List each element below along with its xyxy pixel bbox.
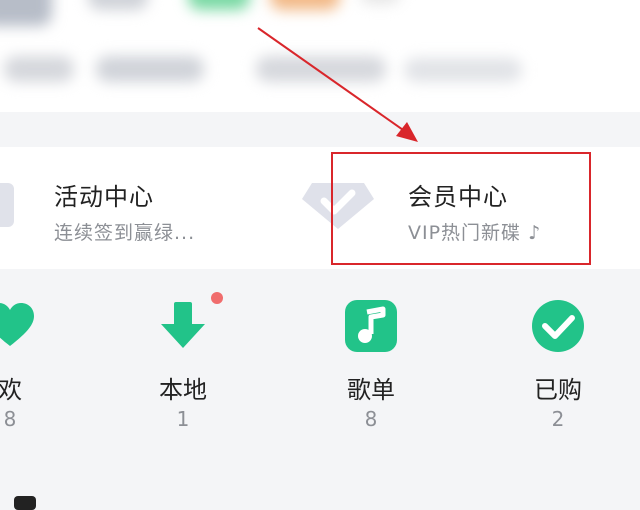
favorites-shortcut[interactable]: 欢 8 — [0, 298, 70, 431]
new-badge-dot — [211, 292, 223, 304]
cropped-text-fragment — [14, 496, 36, 510]
local-count: 1 — [176, 407, 190, 431]
playlist-count: 8 — [364, 407, 378, 431]
favorites-count: 8 — [3, 407, 17, 431]
favorites-label: 欢 — [0, 376, 22, 404]
purchased-label: 已购 — [534, 376, 582, 404]
download-icon — [155, 292, 223, 354]
playlist-label: 歌单 — [347, 376, 395, 404]
heart-icon — [0, 298, 38, 354]
music-note-icon — [343, 298, 399, 354]
playlist-shortcut[interactable]: 歌单 8 — [311, 298, 431, 431]
library-shortcuts: 欢 8 本地 1 歌单 8 已购 2 — [0, 270, 640, 510]
local-label: 本地 — [159, 376, 207, 404]
check-circle-icon — [530, 298, 586, 354]
local-shortcut[interactable]: 本地 1 — [123, 292, 243, 431]
purchased-count: 2 — [551, 407, 565, 431]
purchased-shortcut[interactable]: 已购 2 — [498, 298, 618, 431]
